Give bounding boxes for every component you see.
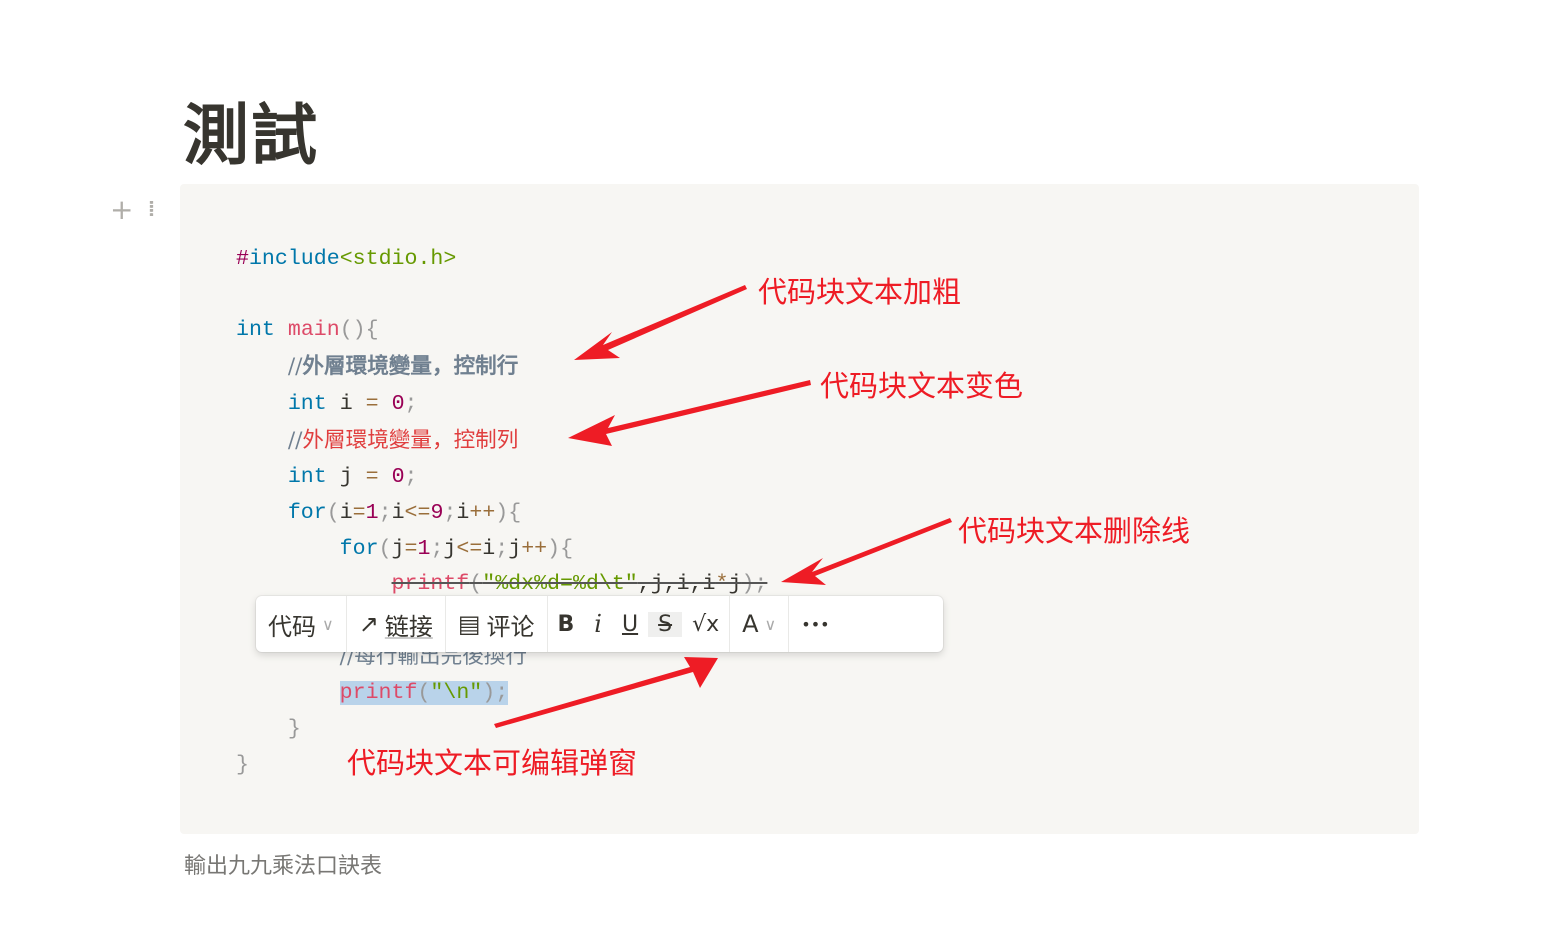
annotation-arrows [494, 285, 952, 728]
arrow-icon [574, 285, 747, 360]
arrow-icon [494, 657, 718, 728]
arrow-icon [781, 518, 952, 585]
annotation-color: 代码块文本变色 [820, 369, 1024, 403]
annotation-strike: 代码块文本删除线 [958, 514, 1191, 548]
annotation-bold: 代码块文本加粗 [758, 275, 962, 309]
arrow-icon [568, 380, 811, 446]
annotation-popup: 代码块文本可编辑弹窗 [347, 746, 638, 780]
